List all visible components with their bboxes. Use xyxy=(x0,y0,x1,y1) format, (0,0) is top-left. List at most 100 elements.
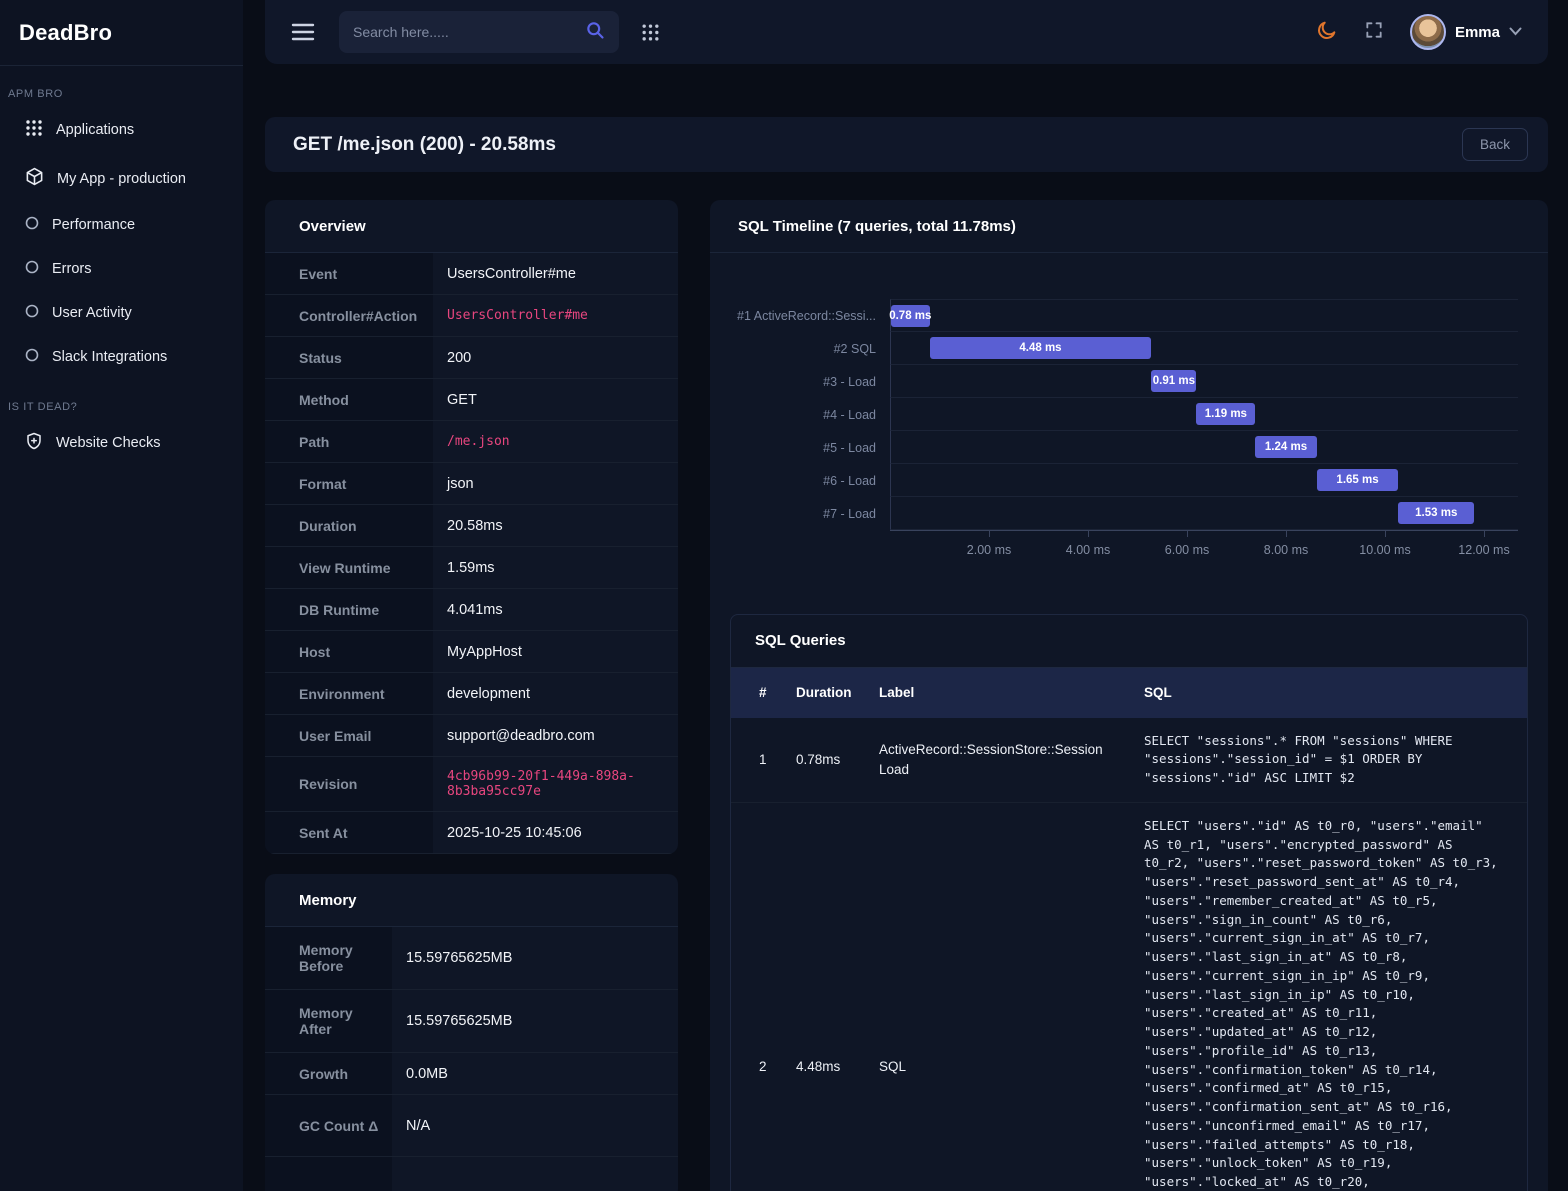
left-column: Overview EventUsersController#me Control… xyxy=(265,200,678,1191)
sql-timeline-title: SQL Timeline (7 queries, total 11.78ms) xyxy=(738,218,1016,235)
sidebar-item-applications[interactable]: Applications xyxy=(0,106,243,154)
row-label: Path xyxy=(265,421,433,462)
chevron-down-icon xyxy=(1509,23,1522,41)
memory-card: Memory Memory Before15.59765625MB Memory… xyxy=(265,874,678,1191)
sidebar-item-my-app[interactable]: My App - production xyxy=(0,154,243,203)
timeline-bar[interactable]: 1.65 ms xyxy=(1317,469,1399,491)
table-row: GC Count ΔN/A xyxy=(265,1095,678,1157)
memory-title: Memory xyxy=(299,892,357,909)
row-value: UsersController#me xyxy=(433,295,678,336)
main-area: Emma GET /me.json (200) - 20.58ms Back O… xyxy=(243,0,1568,1191)
circle-icon xyxy=(25,260,39,278)
chart-lane: #7 - Load 1.53 ms xyxy=(710,497,1518,530)
row-label: Sent At xyxy=(265,812,433,853)
table-header-row: # Duration Label SQL xyxy=(731,668,1527,718)
table-row: View Runtime1.59ms xyxy=(265,547,678,589)
timeline-bar[interactable]: 0.91 ms xyxy=(1151,370,1196,392)
sidebar-item-label: Slack Integrations xyxy=(52,349,167,365)
lane-label: #3 - Load xyxy=(710,365,890,398)
row-label: Growth xyxy=(265,1053,392,1094)
sql-timeline-card: SQL Timeline (7 queries, total 11.78ms) … xyxy=(710,200,1548,1191)
table-row: Environmentdevelopment xyxy=(265,673,678,715)
memory-header: Memory xyxy=(265,874,678,927)
chart-lane: #3 - Load 0.91 ms xyxy=(710,365,1518,398)
row-value: 2025-10-25 10:45:06 xyxy=(433,812,678,853)
table-row: Path/me.json xyxy=(265,421,678,463)
circle-icon xyxy=(25,304,39,322)
chart-lane: #5 - Load 1.24 ms xyxy=(710,431,1518,464)
lane-label: #2 SQL xyxy=(710,332,890,365)
row-label: Memory Before xyxy=(265,927,392,989)
package-icon xyxy=(25,167,44,190)
table-row: Memory Before15.59765625MB xyxy=(265,927,678,990)
hamburger-icon[interactable] xyxy=(291,23,315,41)
row-label: DB Runtime xyxy=(265,589,433,630)
sidebar-item-label: Performance xyxy=(52,217,135,233)
sidebar-section-isitdead: IS IT DEAD? Website Checks xyxy=(0,379,243,467)
row-label: User Email xyxy=(265,715,433,756)
sql-queries-header: SQL Queries xyxy=(731,615,1527,668)
avatar xyxy=(1410,14,1446,50)
row-value: 4cb96b99-20f1-449a-898a-8b3ba95cc97e xyxy=(433,757,678,811)
timeline-bar[interactable]: 1.19 ms xyxy=(1196,403,1255,425)
query-sql: SELECT "users"."id" AS t0_r0, "users"."e… xyxy=(1144,803,1527,1191)
table-row: Memory After15.59765625MB xyxy=(265,990,678,1053)
row-value: json xyxy=(433,463,678,504)
row-value: support@deadbro.com xyxy=(433,715,678,756)
row-label: Event xyxy=(265,253,433,294)
timeline-bar[interactable]: 4.48 ms xyxy=(930,337,1152,359)
row-label xyxy=(265,1157,392,1191)
moon-icon[interactable] xyxy=(1316,19,1338,46)
chart-lane: #4 - Load 1.19 ms xyxy=(710,398,1518,431)
column-header: SQL xyxy=(1144,668,1527,718)
search-input[interactable] xyxy=(353,24,585,40)
sidebar: DeadBro APM BRO Applications My App - pr… xyxy=(0,0,243,1191)
search-box xyxy=(339,11,619,53)
table-row: Formatjson xyxy=(265,463,678,505)
apps-grid-icon[interactable] xyxy=(641,23,660,42)
table-row: Growth0.0MB xyxy=(265,1053,678,1095)
user-menu[interactable]: Emma xyxy=(1410,14,1522,50)
back-button[interactable]: Back xyxy=(1462,128,1528,161)
row-value: UsersController#me xyxy=(433,253,678,294)
table-row: DB Runtime4.041ms xyxy=(265,589,678,631)
sidebar-item-slack-integrations[interactable]: Slack Integrations xyxy=(0,335,243,379)
table-row: Revision4cb96b99-20f1-449a-898a-8b3ba95c… xyxy=(265,757,678,812)
timeline-bar[interactable]: 1.24 ms xyxy=(1255,436,1316,458)
page-title: GET /me.json (200) - 20.58ms xyxy=(293,134,556,156)
row-value: 1.59ms xyxy=(433,547,678,588)
query-label: ActiveRecord::SessionStore::Session Load xyxy=(879,718,1144,802)
timeline-bar[interactable]: 0.78 ms xyxy=(891,305,930,327)
search-icon[interactable] xyxy=(585,20,605,45)
right-column: SQL Timeline (7 queries, total 11.78ms) … xyxy=(710,200,1548,1191)
x-tick-label: 12.00 ms xyxy=(1458,543,1509,557)
row-label: Method xyxy=(265,379,433,420)
x-tick-label: 6.00 ms xyxy=(1165,543,1209,557)
row-label: Controller#Action xyxy=(265,295,433,336)
content: Overview EventUsersController#me Control… xyxy=(265,200,1548,1191)
sidebar-item-website-checks[interactable]: Website Checks xyxy=(0,419,243,467)
navbar-right: Emma xyxy=(1316,14,1522,50)
sidebar-item-user-activity[interactable]: User Activity xyxy=(0,291,243,335)
timeline-bar[interactable]: 1.53 ms xyxy=(1398,502,1474,524)
table-row: Duration20.58ms xyxy=(265,505,678,547)
sidebar-section-apm: APM BRO Applications My App - production… xyxy=(0,66,243,379)
sidebar-item-label: Errors xyxy=(52,261,91,277)
row-label: Environment xyxy=(265,673,433,714)
sql-queries-title: SQL Queries xyxy=(755,632,846,649)
table-row: Controller#ActionUsersController#me xyxy=(265,295,678,337)
sidebar-section-header: IS IT DEAD? xyxy=(0,401,243,419)
table-row: EventUsersController#me xyxy=(265,253,678,295)
row-label: Revision xyxy=(265,757,433,811)
sidebar-item-performance[interactable]: Performance xyxy=(0,203,243,247)
page-header: GET /me.json (200) - 20.58ms Back xyxy=(265,117,1548,172)
sql-timeline-header: SQL Timeline (7 queries, total 11.78ms) xyxy=(710,200,1548,253)
chart-lane: #6 - Load 1.65 ms xyxy=(710,464,1518,497)
fullscreen-icon[interactable] xyxy=(1364,20,1384,45)
sidebar-item-errors[interactable]: Errors xyxy=(0,247,243,291)
app-logo: DeadBro xyxy=(19,20,112,46)
row-value: /me.json xyxy=(433,421,678,462)
x-tick-label: 10.00 ms xyxy=(1359,543,1410,557)
row-label: View Runtime xyxy=(265,547,433,588)
row-value: development xyxy=(433,673,678,714)
